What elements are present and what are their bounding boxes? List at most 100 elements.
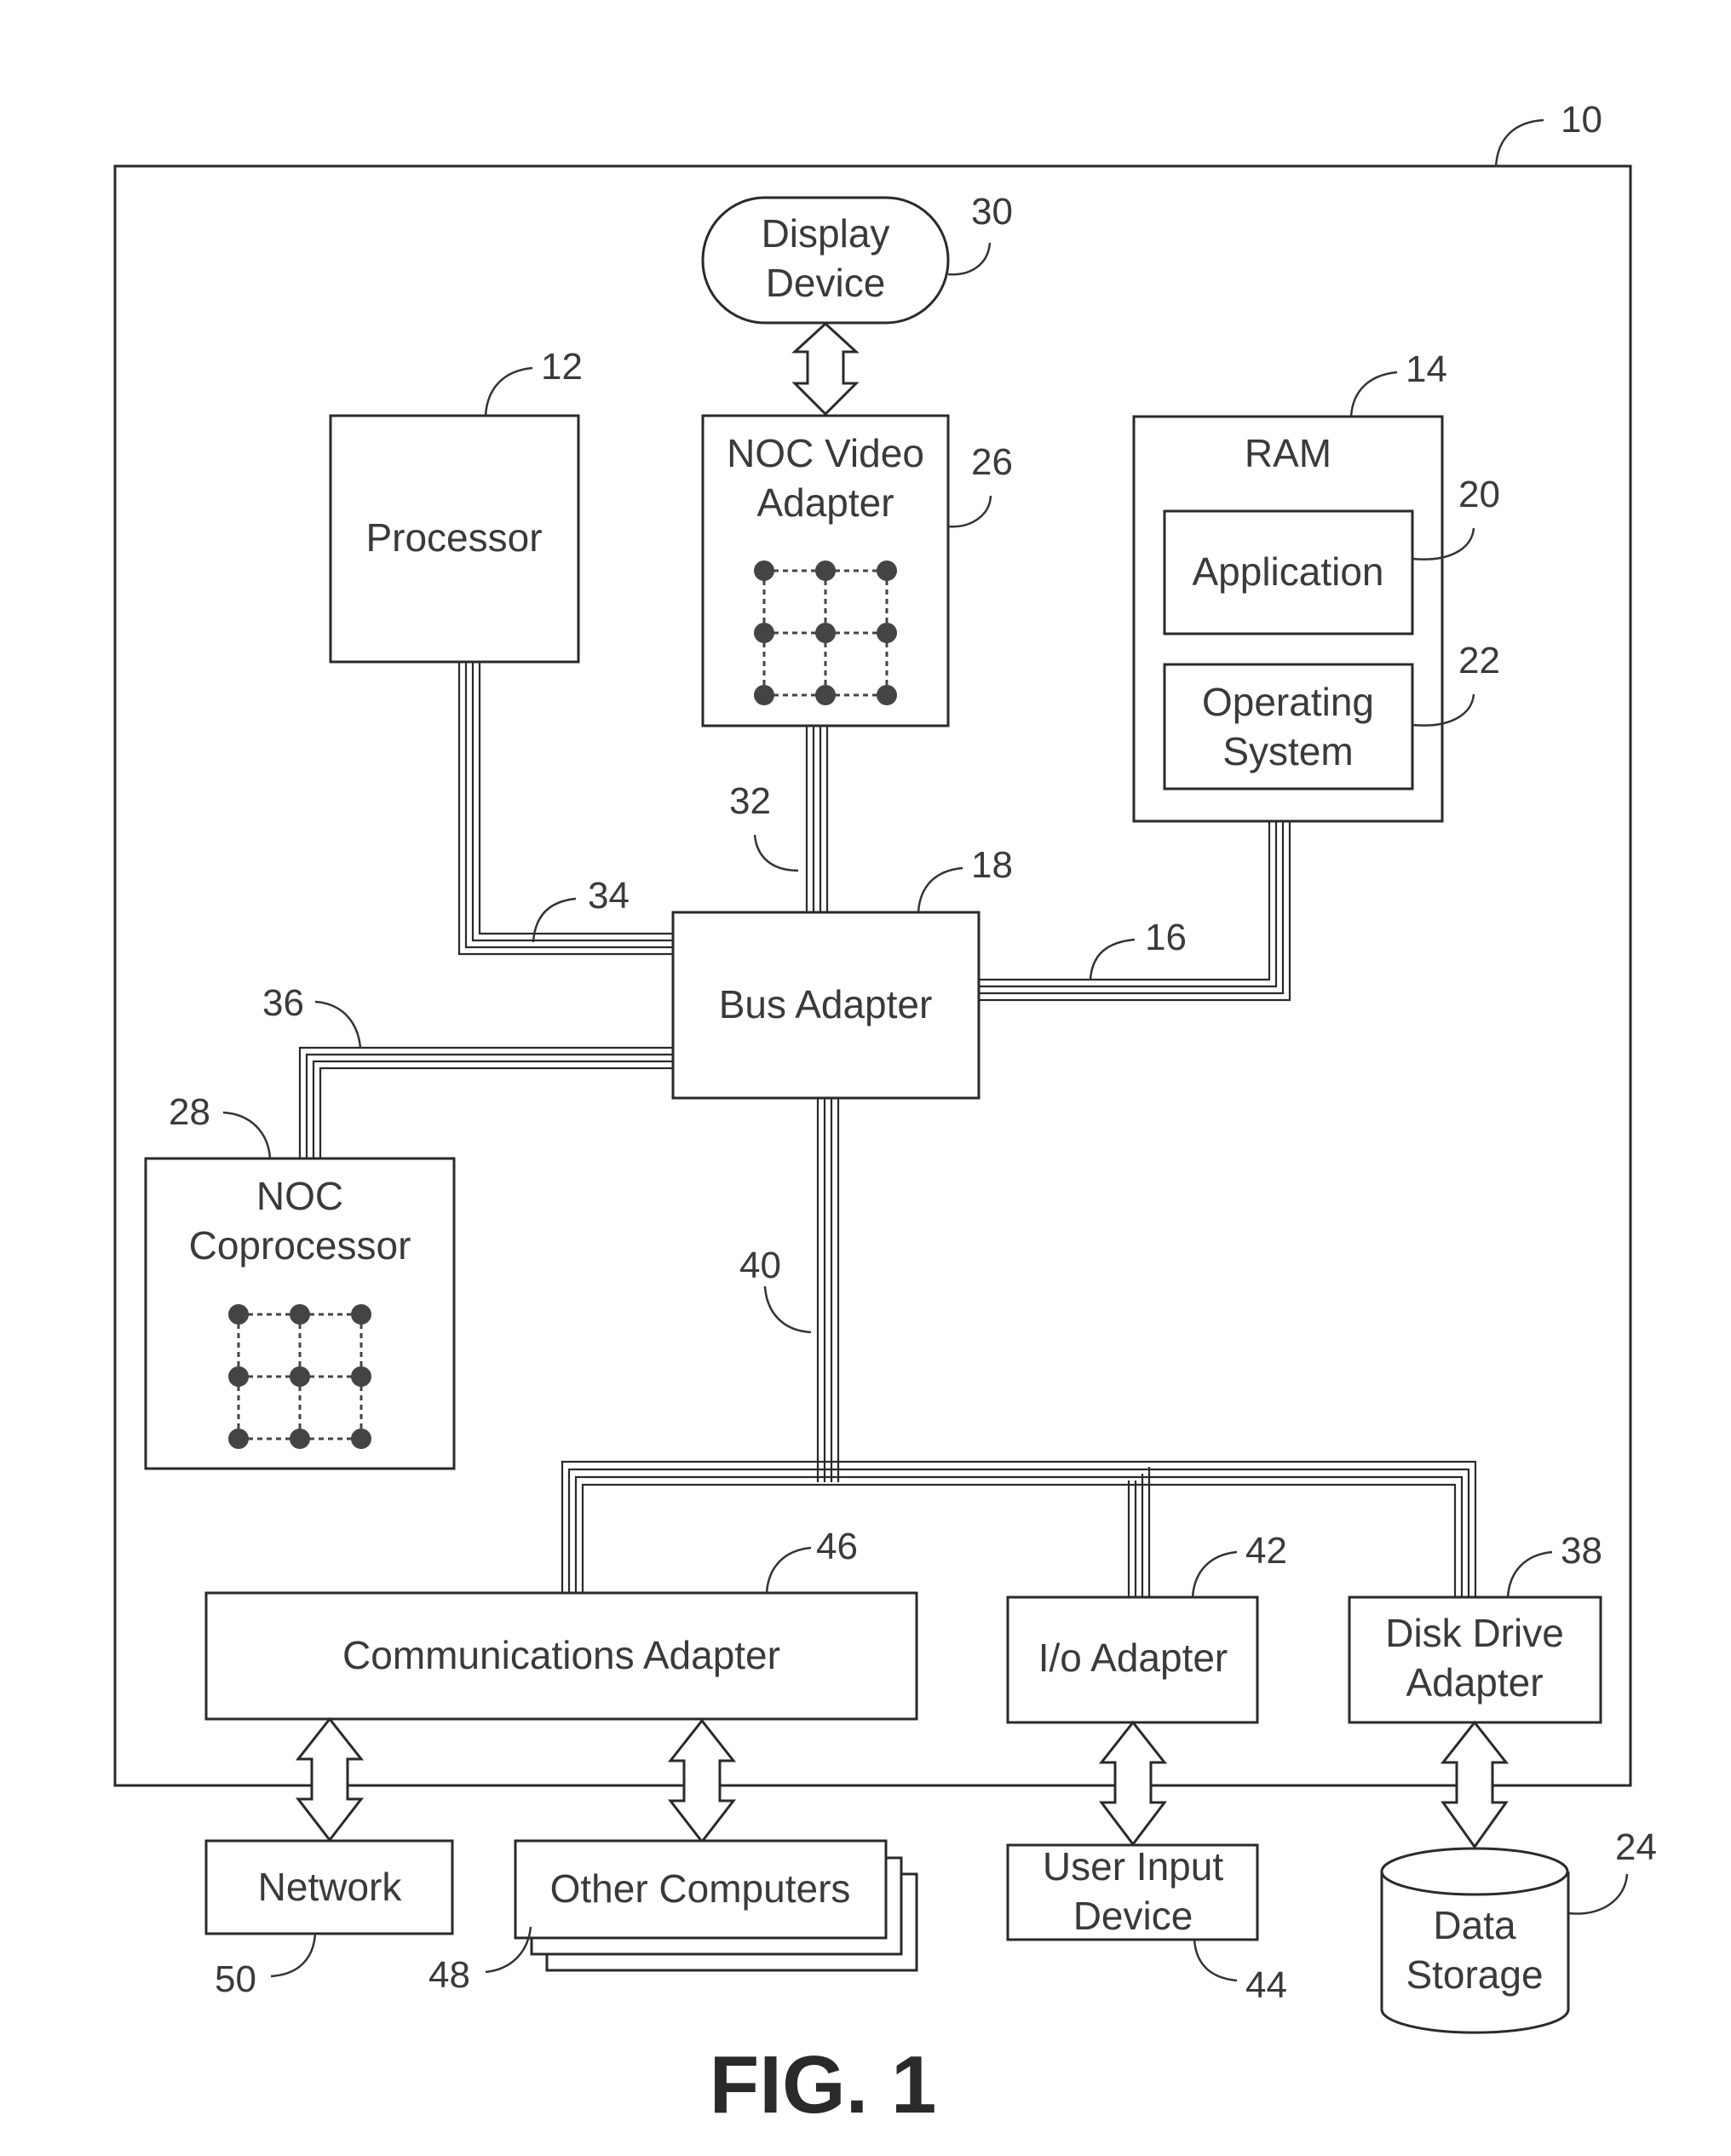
- video-bus: [805, 726, 829, 912]
- disk-drive-adapter: Disk Drive Adapter: [1348, 1595, 1602, 1724]
- io-adapter: I/o Adapter: [1006, 1595, 1259, 1724]
- noc-coprocessor-label-2: Coprocessor: [189, 1223, 411, 1268]
- disk-drive-adapter-label-2: Adapter: [1406, 1660, 1543, 1705]
- operating-system-label-2: System: [1222, 729, 1353, 773]
- disk-drive-adapter-label-1: Disk Drive: [1385, 1611, 1564, 1655]
- noc-video-adapter: NOC Video Adapter: [701, 414, 950, 727]
- processor: Processor: [329, 414, 580, 664]
- leader-12: [484, 366, 533, 417]
- mesh-node: [754, 623, 774, 643]
- display-device-label-2: Device: [766, 261, 886, 305]
- ref-36: 36: [262, 982, 304, 1024]
- memory-bus: [979, 821, 1291, 1002]
- noc-coprocessor-label-1: NOC: [256, 1174, 343, 1218]
- leader-18: [917, 866, 963, 913]
- mesh-node: [228, 1366, 249, 1387]
- processor-label: Processor: [365, 515, 542, 560]
- mesh-node: [754, 561, 774, 581]
- mesh-node: [877, 561, 897, 581]
- ref-28: 28: [169, 1091, 210, 1133]
- ref-50: 50: [215, 1958, 256, 2000]
- operating-system-label-1: Operating: [1202, 680, 1374, 724]
- front-side-bus: [457, 662, 673, 956]
- ref-42: 42: [1245, 1530, 1287, 1572]
- mesh-node: [815, 623, 836, 643]
- mesh-node: [290, 1304, 310, 1325]
- leader-50: [270, 1933, 317, 1978]
- ref-18: 18: [971, 844, 1013, 886]
- bidirectional-arrow-io-user-input: [1098, 1720, 1168, 1847]
- io-adapter-label: I/o Adapter: [1038, 1636, 1228, 1680]
- noc-video-adapter-label-1: NOC Video: [727, 431, 924, 475]
- ref-12: 12: [541, 346, 583, 388]
- leader-42: [1191, 1550, 1238, 1598]
- display-device: Display Device: [701, 196, 950, 325]
- leader-36: [314, 1000, 362, 1049]
- communications-adapter-label: Communications Adapter: [342, 1633, 780, 1677]
- ram-label: RAM: [1245, 431, 1331, 475]
- data-storage: Data Storage: [1380, 1847, 1570, 2034]
- mesh-node: [351, 1429, 371, 1449]
- leader-38: [1506, 1550, 1553, 1598]
- ref-30: 30: [971, 191, 1013, 233]
- ref-26: 26: [971, 441, 1013, 483]
- leader-32: [753, 834, 799, 872]
- noc-video-adapter-label-2: Adapter: [756, 480, 894, 525]
- leader-16: [1089, 938, 1136, 980]
- ref-22: 22: [1458, 640, 1500, 681]
- coprocessor-bus: [298, 1046, 673, 1158]
- ref-48: 48: [428, 1954, 470, 1996]
- leader-40: [763, 1285, 812, 1334]
- ref-46: 46: [816, 1526, 858, 1567]
- expansion-bus: [816, 1098, 840, 1482]
- ram: RAM Application Operating System: [1132, 415, 1444, 823]
- ref-16: 16: [1145, 917, 1187, 958]
- leader-26: [947, 495, 992, 528]
- communications-adapter: Communications Adapter: [204, 1591, 918, 1721]
- ref-24: 24: [1615, 1826, 1657, 1868]
- leader-30: [947, 242, 992, 276]
- network-label: Network: [258, 1865, 403, 1909]
- bidirectional-arrow-comm-network: [295, 1716, 365, 1843]
- other-computers: Other Computers: [514, 1839, 918, 1972]
- mesh-node: [228, 1304, 249, 1325]
- ref-14: 14: [1406, 348, 1447, 390]
- leader-14: [1349, 371, 1398, 417]
- expansion-bus-distribution: [561, 1460, 1477, 1597]
- operating-system: Operating System: [1163, 663, 1414, 791]
- mesh-node: [351, 1304, 371, 1325]
- bidirectional-arrow-display-video: [791, 321, 860, 417]
- leader-34: [532, 897, 577, 943]
- ref-34: 34: [588, 875, 630, 917]
- leader-46: [765, 1546, 812, 1594]
- mesh-node: [815, 561, 836, 581]
- system-diagram: 10 34 32 16 36 40 Display Device 30 Proc…: [113, 99, 1657, 2130]
- bus-adapter-label: Bus Adapter: [719, 982, 933, 1026]
- network: Network: [204, 1839, 454, 1935]
- mesh-node: [351, 1366, 371, 1387]
- leader-44: [1193, 1939, 1238, 1982]
- ref-44: 44: [1245, 1964, 1287, 2006]
- mesh-node: [228, 1429, 249, 1449]
- figure-caption: FIG. 1: [710, 2039, 937, 2130]
- user-input-device-label-1: User Input: [1043, 1844, 1223, 1889]
- bidirectional-arrow-comm-other: [667, 1718, 737, 1844]
- ref-38: 38: [1561, 1530, 1602, 1572]
- application: Application: [1163, 509, 1414, 635]
- mesh-node: [877, 623, 897, 643]
- leader-10: [1494, 118, 1544, 168]
- mesh-node: [290, 1429, 310, 1449]
- mesh-node: [754, 685, 774, 705]
- user-input-device: User Input Device: [1006, 1843, 1259, 1941]
- bus-adapter: Bus Adapter: [671, 911, 981, 1100]
- noc-coprocessor: NOC Coprocessor: [144, 1157, 456, 1470]
- data-storage-label-1: Data: [1433, 1903, 1516, 1947]
- display-device-label-1: Display: [762, 211, 890, 256]
- ref-20: 20: [1458, 474, 1500, 515]
- data-storage-label-2: Storage: [1406, 1952, 1543, 1997]
- ref-10: 10: [1561, 99, 1602, 141]
- ref-40: 40: [739, 1245, 781, 1286]
- other-computers-label: Other Computers: [550, 1866, 851, 1911]
- mesh-node: [877, 685, 897, 705]
- application-label: Application: [1192, 549, 1383, 594]
